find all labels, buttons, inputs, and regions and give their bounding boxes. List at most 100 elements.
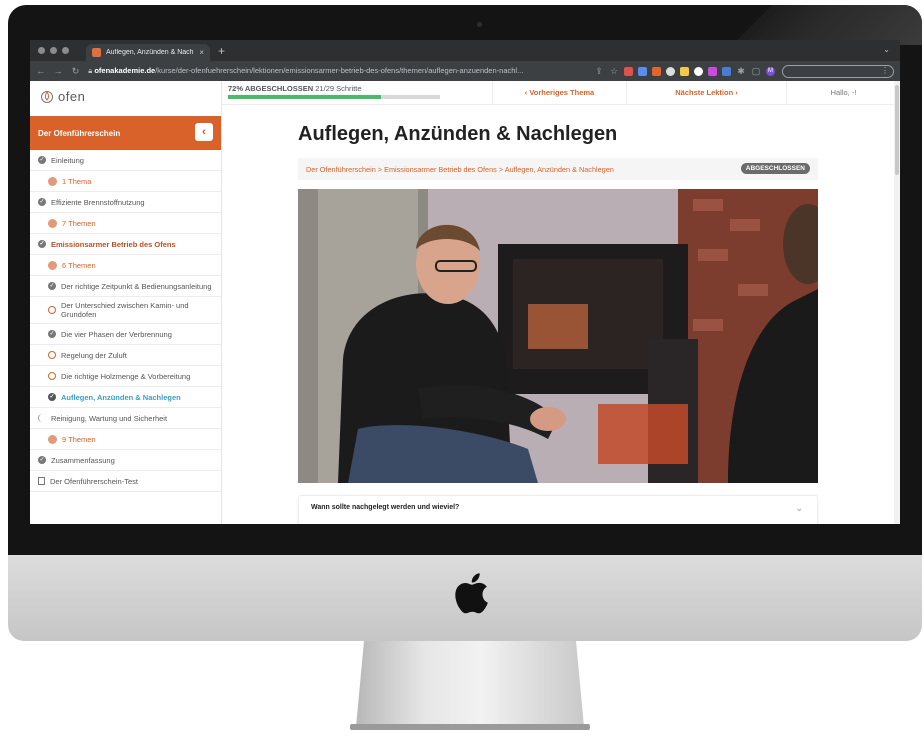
sidebar-item-label: Zusammenfassung [51, 455, 115, 465]
breadcrumb-links[interactable]: Der Ofenführerschein > Emissionsarmer Be… [306, 165, 614, 174]
progress-label: 72% ABGESCHLOSSEN [228, 83, 314, 93]
profile-avatar[interactable]: M [765, 66, 775, 76]
url-path: /kurse/der-ofenfuehrerschein/lektionen/e… [155, 66, 524, 75]
sidebar-item-label: Emissionsarmer Betrieb des Ofens [51, 239, 176, 249]
screen: Auflegen, Anzünden & Nachle × + ⌄ ← → ↻ … [30, 40, 900, 524]
chevron-down-icon: ⌄ [795, 503, 803, 513]
extensions-puzzle-icon[interactable]: ✱ [736, 66, 746, 77]
sidebar-topic-count: 7 Themen [30, 213, 221, 234]
next-lesson-button[interactable]: Nächste Lektion › [626, 80, 786, 105]
reload-icon[interactable]: ↻ [71, 66, 80, 77]
sidebar-section-item[interactable]: ✓ Effiziente Brennstoffnutzung [30, 192, 221, 213]
sidebar-item-label: Die richtige Holzmenge & Vorbereitung [61, 371, 191, 381]
faq-accordion[interactable]: Wann sollte nachgelegt werden und wievie… [298, 495, 818, 524]
dot-icon [48, 434, 57, 444]
ring-icon [48, 372, 56, 380]
sidebar-topic-item[interactable]: ✓ Der richtige Zeitpunkt & Bedienungsanle… [30, 276, 221, 297]
ring-icon [48, 306, 56, 314]
sidebar-topic-item[interactable]: ✓ Die vier Phasen der Verbrennung [30, 324, 221, 345]
sidebar-item-label: Effiziente Brennstoffnutzung [51, 197, 145, 207]
imac-frame: Auflegen, Anzünden & Nachle × + ⌄ ← → ↻ … [0, 0, 924, 739]
course-sidebar: ofen Der Ofenführerschein ‹ ✓ Einleitung 1… [30, 81, 222, 524]
sidebar-section-item[interactable]: Der Ofenführerschein-Test [30, 471, 221, 492]
favicon-icon [92, 48, 101, 57]
camera-icon [477, 22, 482, 27]
extension-icon[interactable] [651, 66, 661, 76]
collapse-sidebar-button[interactable]: ‹ [195, 123, 213, 141]
sidebar-item-label: Regelung der Zuluft [61, 350, 127, 360]
sidebar-toggle-icon[interactable]: ▢ [751, 66, 761, 77]
tab-search-icon[interactable]: ⌄ [883, 45, 890, 54]
sidebar-section-item[interactable]: ✓ Einleitung [30, 150, 221, 171]
extension-icon[interactable] [693, 66, 703, 76]
scrollbar-thumb[interactable] [895, 85, 899, 175]
page-scrollbar[interactable] [894, 81, 900, 524]
tab-close-icon[interactable]: × [199, 48, 204, 57]
site-logo[interactable]: ofen [30, 81, 221, 111]
check-circle-icon: ✓ [48, 282, 56, 290]
progress-bar-fill [228, 94, 381, 99]
side-search-field[interactable]: ⋮ [781, 64, 894, 78]
half-circle-icon [38, 414, 46, 422]
previous-topic-button[interactable]: ‹ Vorheriges Thema [492, 80, 626, 105]
extension-icon[interactable] [721, 66, 731, 76]
logo-text: ofen [58, 88, 86, 104]
lesson-video[interactable] [298, 189, 818, 483]
course-title: Der Ofenführerschein [38, 128, 121, 138]
sidebar-item-label: 9 Themen [62, 434, 96, 444]
sidebar-item-label: Der Ofenführerschein-Test [50, 476, 138, 486]
sidebar-section-item[interactable]: Reinigung, Wartung und Sicherheit [30, 408, 221, 429]
kebab-menu-icon[interactable]: ⋮ [881, 66, 889, 75]
progress-text: 72% ABGESCHLOSSEN 21/29 Schritte [228, 84, 362, 93]
sidebar-topic-count: 9 Themen [30, 429, 221, 450]
sidebar-topic-item[interactable]: Der Unterschied zwischen Kamin- und Grun… [30, 297, 221, 324]
lesson-main: 72% ABGESCHLOSSEN 21/29 Schritte ‹ Vorhe… [222, 80, 900, 524]
check-circle-icon: ✓ [48, 393, 56, 401]
logo-flame-icon [41, 91, 53, 103]
breadcrumb: Der Ofenführerschein > Emissionsarmer Be… [298, 158, 818, 180]
lesson-topbar: 72% ABGESCHLOSSEN 21/29 Schritte ‹ Vorhe… [222, 80, 900, 105]
ring-icon [48, 351, 56, 359]
page-title: Auflegen, Anzünden & Nachlegen [298, 123, 618, 145]
extension-icon[interactable] [707, 66, 717, 76]
user-greeting[interactable]: Hallo, -! [786, 80, 900, 105]
share-icon[interactable]: ⇪ [594, 66, 604, 77]
sidebar-item-label: Der richtige Zeitpunkt & Bedienungsanlei… [61, 281, 212, 291]
extensions-row: ⇪ ☆ ✱ ▢ M ⋮ [594, 64, 894, 78]
check-circle-icon: ✓ [38, 156, 46, 164]
dot-icon [48, 176, 57, 186]
dot-icon [48, 260, 57, 270]
sidebar-topic-item[interactable]: Die richtige Holzmenge & Vorbereitung [30, 366, 221, 387]
extension-icon[interactable] [637, 66, 647, 76]
sidebar-item-label: Auflegen, Anzünden & Nachlegen [61, 392, 181, 402]
sidebar-section-item[interactable]: ✓ Emissionsarmer Betrieb des Ofens [30, 234, 221, 255]
sidebar-item-label: 6 Themen [62, 260, 96, 270]
sidebar-topic-item[interactable]: Regelung der Zuluft [30, 345, 221, 366]
forward-icon[interactable]: → [53, 66, 63, 76]
new-tab-button[interactable]: + [218, 44, 225, 58]
check-circle-icon: ✓ [38, 240, 46, 248]
sidebar-topic-item[interactable]: ✓ Auflegen, Anzünden & Nachlegen [30, 387, 221, 408]
browser-tab[interactable]: Auflegen, Anzünden & Nachle × [86, 44, 210, 61]
window-zoom-icon[interactable] [62, 47, 69, 54]
tab-title: Auflegen, Anzünden & Nachle [106, 49, 195, 56]
course-header[interactable]: Der Ofenführerschein ‹ [30, 116, 221, 150]
faq-question: Wann sollte nachgelegt werden und wievie… [311, 504, 460, 511]
extension-icon[interactable] [665, 66, 675, 76]
sidebar-section-item[interactable]: ✓ Zusammenfassung [30, 450, 221, 471]
status-badge: ABGESCHLOSSEN [740, 163, 810, 174]
web-page: ofen Der Ofenführerschein ‹ ✓ Einleitung 1… [30, 80, 900, 524]
extension-icon[interactable] [623, 66, 633, 76]
back-icon[interactable]: ← [36, 66, 45, 76]
progress-steps: 21/29 Schritte [315, 83, 362, 93]
bookmark-star-icon[interactable]: ☆ [609, 66, 619, 77]
window-minimize-icon[interactable] [50, 47, 57, 54]
apple-logo-icon [455, 573, 488, 614]
extension-icon[interactable] [679, 66, 689, 76]
browser-tabbar: Auflegen, Anzünden & Nachle × + ⌄ [30, 40, 900, 61]
window-close-icon[interactable] [38, 47, 45, 54]
sidebar-topic-count: 6 Themen [30, 255, 221, 276]
address-bar[interactable]: 🔒︎ ofenakademie.de/kurse/der-ofenfuehrer… [88, 66, 586, 76]
sidebar-item-label: Der Unterschied zwischen Kamin- und Grun… [61, 301, 189, 319]
monitor-stand [356, 641, 584, 727]
